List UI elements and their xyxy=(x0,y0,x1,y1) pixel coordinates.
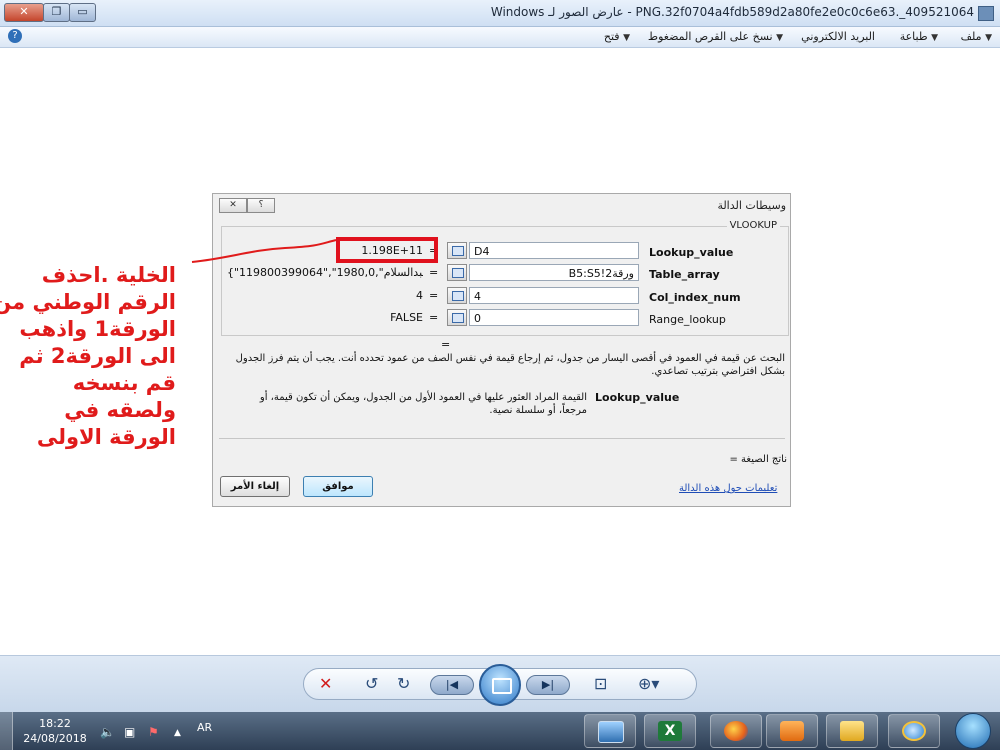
collapse-dialog-icon[interactable] xyxy=(447,309,467,326)
taskbar: 18:22 24/08/2018 🔈 ▣ ⚑ ▲ AR X xyxy=(0,712,1000,750)
range-lookup-result: FALSE xyxy=(390,311,423,324)
help-on-function-link[interactable]: تعليمات حول هذه الدالة xyxy=(679,483,777,494)
help-icon[interactable]: ? xyxy=(8,29,22,43)
chevron-down-icon: ▼ xyxy=(931,33,938,43)
arg-label-lookup-value: Lookup_value xyxy=(649,246,734,259)
taskbar-ie[interactable] xyxy=(888,714,940,748)
taskbar-firefox[interactable] xyxy=(710,714,762,748)
photo-viewer-icon xyxy=(598,721,624,743)
arg-label-table-array: Table_array xyxy=(649,268,720,281)
arg-label-col-index-num: Col_index_num xyxy=(649,291,741,304)
divider xyxy=(219,438,785,439)
media-player-icon xyxy=(780,721,804,741)
highlight-box xyxy=(336,237,438,263)
annotation-line: الى الورقة2 ثم xyxy=(19,344,176,368)
table-array-input[interactable]: ورقة2!B5:S5 xyxy=(469,264,639,281)
firefox-icon xyxy=(724,721,748,741)
slideshow-button[interactable] xyxy=(479,664,521,706)
annotation-line: الورقة الاولى xyxy=(36,425,176,449)
dialog-close-button[interactable]: ✕ xyxy=(219,198,247,213)
folder-icon xyxy=(840,721,864,741)
collapse-dialog-icon[interactable] xyxy=(447,264,467,281)
chevron-down-icon: ▼ xyxy=(776,33,783,43)
rotate-ccw-icon[interactable]: ↺ xyxy=(365,674,378,693)
annotation-arrow xyxy=(191,239,337,263)
equals-sign: = xyxy=(429,289,439,302)
lookup-value-input[interactable]: D4 xyxy=(469,242,639,259)
ok-button[interactable]: موافق xyxy=(303,476,373,497)
minimize-window-button[interactable]: ▭ xyxy=(69,3,96,22)
col-index-num-result: 4 xyxy=(416,289,423,302)
menu-email[interactable]: البريد الالكتروني xyxy=(801,30,875,43)
menu-open[interactable]: فتح ▼ xyxy=(604,30,630,43)
function-name: VLOOKUP xyxy=(726,220,780,231)
arg-help-text: القيمة المراد العثور عليها في العمود الأ… xyxy=(259,392,587,416)
delete-icon[interactable]: ✕ xyxy=(319,674,332,693)
internet-explorer-icon xyxy=(902,721,926,741)
function-description: البحث عن قيمة في العمود في أقصى اليسار م… xyxy=(235,353,785,377)
chevron-down-icon: ▼ xyxy=(623,33,630,43)
menu-print[interactable]: طباعة ▼ xyxy=(900,30,938,43)
rotate-cw-icon[interactable]: ↻ xyxy=(397,674,410,693)
start-button[interactable] xyxy=(955,713,991,749)
close-window-button[interactable]: ✕ xyxy=(4,3,44,22)
next-button[interactable]: ▶| xyxy=(526,675,570,695)
app-icon xyxy=(978,6,994,21)
arg-label-range-lookup: Range_lookup xyxy=(649,313,726,326)
menu-bar: ? ملف ▼ طباعة ▼ البريد الالكتروني نسخ عل… xyxy=(0,27,1000,48)
show-hidden-icons-icon[interactable]: ▲ xyxy=(174,728,181,738)
viewer-toolbar: ✕ ↺ ↻ |◀ ▶| ⊡ ⊕▾ xyxy=(0,655,1000,713)
arg-help-label: Lookup_value xyxy=(595,391,680,404)
taskbar-explorer[interactable] xyxy=(826,714,878,748)
col-index-num-input[interactable]: 4 xyxy=(469,287,639,304)
language-indicator[interactable]: AR xyxy=(197,721,212,734)
taskbar-media-player[interactable] xyxy=(766,714,818,748)
range-lookup-input[interactable]: 0 xyxy=(469,309,639,326)
equals-sign: = xyxy=(429,266,439,279)
clock-date: 24/08/2018 xyxy=(23,732,87,745)
annotation-line: الرقم الوطني من xyxy=(0,290,176,314)
previous-button[interactable]: |◀ xyxy=(430,675,474,695)
maximize-window-button[interactable]: ❐ xyxy=(43,3,70,22)
function-result-equals: = xyxy=(441,338,451,351)
volume-icon[interactable]: 🔈 xyxy=(100,725,115,739)
network-icon[interactable]: ▣ xyxy=(124,725,135,739)
menu-burn[interactable]: نسخ على القرص المضغوط ▼ xyxy=(648,30,783,43)
title-bar: ✕ ❐ ▭ Windows عارض الصور لـ - PNG.32f070… xyxy=(0,0,1000,27)
collapse-dialog-icon[interactable] xyxy=(447,242,467,259)
chevron-down-icon: ▼ xyxy=(985,33,992,43)
zoom-icon[interactable]: ⊕▾ xyxy=(638,674,659,693)
menu-file[interactable]: ملف ▼ xyxy=(961,30,992,43)
annotation-line: ولصقه في xyxy=(64,398,176,422)
show-desktop-button[interactable] xyxy=(0,712,13,750)
action-center-icon[interactable]: ⚑ xyxy=(148,725,159,739)
table-array-result: {"119800399064","عبدالسلام",1980,0,... xyxy=(227,266,423,279)
equals-sign: = xyxy=(429,311,439,324)
window-title: Windows عارض الصور لـ - PNG.32f0704a4fdb… xyxy=(490,5,974,19)
clock[interactable]: 18:22 24/08/2018 xyxy=(20,716,90,746)
excel-icon: X xyxy=(658,721,682,741)
taskbar-excel[interactable]: X xyxy=(644,714,696,748)
annotation-line: الورقة1 واذهب xyxy=(19,317,176,341)
annotation-note: الخلية .احذف الرقم الوطني من الورقة1 واذ… xyxy=(0,262,176,451)
taskbar-photo-viewer[interactable] xyxy=(584,714,636,748)
formula-result: ناتج الصيغة = xyxy=(729,454,787,465)
dialog-help-button[interactable]: ؟ xyxy=(247,198,275,213)
dialog-title: وسيطات الدالة xyxy=(717,199,786,212)
clock-time: 18:22 xyxy=(39,717,71,730)
collapse-dialog-icon[interactable] xyxy=(447,287,467,304)
annotation-line: الخلية .احذف xyxy=(41,263,176,287)
fit-to-window-icon[interactable]: ⊡ xyxy=(594,674,607,693)
annotation-line: قم بنسخه xyxy=(72,371,176,395)
cancel-button[interactable]: إلغاء الأمر xyxy=(220,476,290,497)
